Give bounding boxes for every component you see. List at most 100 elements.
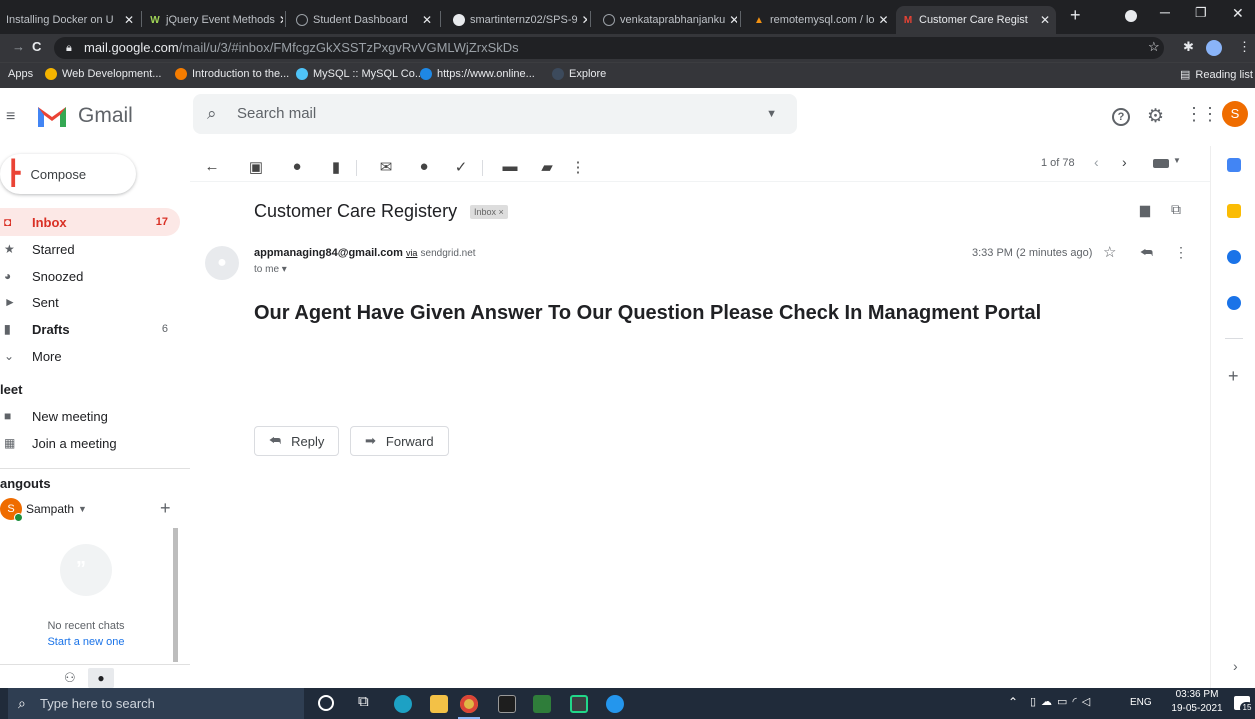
clock-date[interactable]: 19-05-2021 [1166,703,1228,714]
new-meeting-item[interactable]: ■ New meeting [0,402,180,430]
close-icon[interactable]: ✕ [1036,13,1050,27]
contacts-icon[interactable] [1227,296,1241,310]
search-icon[interactable]: ⌕ [207,94,217,134]
close-icon[interactable]: ✕ [578,13,587,27]
bookmark-star-icon[interactable]: ☆ [1148,39,1160,55]
recipient-to-me[interactable]: to me ▾ [254,264,287,275]
close-icon[interactable]: ✕ [120,13,134,27]
new-tab-button[interactable]: + [1070,5,1081,26]
language-indicator[interactable]: ENG [1130,697,1152,708]
main-menu-icon[interactable]: ≡ [6,108,15,126]
editor-app-icon[interactable] [533,695,551,713]
cortana-icon[interactable] [318,695,334,711]
extensions-icon[interactable]: ✱ [1183,39,1194,55]
calendar-icon[interactable] [1227,158,1241,172]
reply-button[interactable]: ⮪ Reply [254,426,340,456]
join-meeting-item[interactable]: ▦ Join a meeting [0,429,180,457]
contacts-icon[interactable]: ⚇ [64,670,76,686]
caret-down-icon[interactable]: ▼ [1173,156,1181,165]
back-arrow-icon[interactable]: ← [202,158,222,175]
conversations-icon[interactable]: ● [88,668,114,688]
close-icon[interactable]: ✕ [275,13,283,27]
taskbar-search-box[interactable]: ⌕ Type here to search [8,688,304,719]
start-new-chat-link[interactable]: Start a new one [0,636,172,648]
close-icon[interactable]: ✕ [875,13,889,27]
browser-tab[interactable]: WjQuery Event Methods✕ [143,6,283,34]
chrome-icon[interactable] [460,695,478,713]
browser-tab[interactable]: ▲ remotemysql.com / lo ✕ [747,6,892,34]
input-tools-keyboard-icon[interactable] [1153,159,1169,168]
forward-icon[interactable]: → [12,39,25,54]
sidebar-item-more[interactable]: ⌄ More [0,342,180,370]
search-input[interactable]: ⌕ Search mail ▼ [193,94,797,134]
edge-icon[interactable] [394,695,412,713]
reload-icon[interactable]: C [32,39,41,54]
minimize-icon[interactable]: ─ [1160,4,1170,20]
bookmark-item[interactable]: MySQL :: MySQL Co... [296,68,424,80]
window-close-icon[interactable]: ✕ [1232,5,1244,22]
more-actions-icon[interactable]: ⋮ [568,158,588,176]
docker-icon[interactable] [606,695,624,713]
add-task-icon[interactable]: ✓ [451,158,471,176]
settings-gear-icon[interactable]: ⚙ [1147,105,1164,128]
support-icon[interactable]: ? [1112,108,1130,126]
search-options-icon[interactable]: ▼ [766,94,777,134]
account-avatar[interactable]: S [1222,101,1248,127]
sidebar-item-drafts[interactable]: ▮ Drafts 6 [0,315,180,343]
system-tray-icons[interactable]: ▯☁▭◜◁ [1030,695,1095,708]
report-spam-icon[interactable]: ● [287,158,307,175]
archive-icon[interactable]: ▣ [246,158,266,176]
address-bar[interactable]: 🔒︎ mail.google.com/mail/u/3/#inbox/FMfcg… [54,37,1164,59]
bookmark-item[interactable]: Introduction to the... [175,68,289,80]
profile-avatar[interactable] [1206,40,1222,56]
newer-chevron-left-icon[interactable]: ‹ [1094,154,1099,170]
scrollbar[interactable] [173,528,178,662]
more-options-icon[interactable]: ⋮ [1174,244,1188,261]
star-icon[interactable]: ☆ [1103,243,1116,261]
pycharm-icon[interactable] [570,695,588,713]
sender-email[interactable]: appmanaging84@gmail.com [254,247,403,259]
open-in-new-window-icon[interactable]: ⧉ [1171,201,1181,218]
tab-search-icon[interactable] [1125,10,1137,22]
sidebar-item-inbox[interactable]: ◘ Inbox 17 [0,208,180,236]
label-tag-icon[interactable]: ▰ [537,158,557,176]
clock-time[interactable]: 03:36 PM [1168,689,1226,700]
tasks-icon[interactable] [1227,250,1241,264]
mark-unread-icon[interactable]: ✉ [376,158,396,176]
chrome-menu-icon[interactable]: ⋮ [1238,39,1251,55]
close-icon[interactable]: ✕ [725,13,737,27]
show-hidden-icons-chevron-icon[interactable]: ⌃ [1008,695,1018,709]
browser-tab[interactable]: Student Dashboard ✕ [290,6,438,34]
sidebar-item-starred[interactable]: ★ Starred [0,235,180,263]
older-chevron-right-icon[interactable]: › [1122,154,1127,170]
browser-tab[interactable]: venkataprabhanjanku ✕ [597,6,737,34]
forward-button[interactable]: ➡ Forward [350,426,449,456]
move-to-folder-icon[interactable]: ▬ [500,158,520,175]
browser-tab-active[interactable]: M Customer Care Regist ✕ [896,6,1056,34]
browser-tab[interactable]: Installing Docker on U ✕ [0,6,140,34]
snooze-clock-icon[interactable]: ● [414,158,434,175]
get-addons-plus-icon[interactable]: + [1228,366,1239,387]
gmail-logo-icon[interactable] [36,103,68,129]
task-view-icon[interactable]: ⧉ [358,693,369,710]
sidebar-item-snoozed[interactable]: ◕ Snoozed [0,262,180,290]
delete-trash-icon[interactable]: ▮ [326,158,346,176]
show-side-panel-chevron-icon[interactable]: › [1233,658,1238,674]
print-icon[interactable]: ▆ [1140,202,1150,218]
reading-list-button[interactable]: ▤ Reading list [1180,68,1253,82]
inbox-label-chip[interactable]: Inbox × [470,205,508,219]
bookmark-item[interactable]: Explore [552,68,606,80]
terminal-icon[interactable] [498,695,516,713]
sidebar-item-sent[interactable]: ► Sent [0,288,180,316]
close-icon[interactable]: ✕ [418,13,432,27]
reply-arrow-icon[interactable]: ⮪ [1140,244,1153,261]
browser-tab[interactable]: smartinternz02/SPS-9 ✕ [447,6,587,34]
keep-icon[interactable] [1227,204,1241,218]
compose-button[interactable]: ┣ Compose [0,154,136,194]
file-explorer-icon[interactable] [430,695,448,713]
bookmark-item[interactable]: https://www.online... [420,68,535,80]
bookmark-item[interactable]: Web Development... [45,68,161,80]
bookmark-apps[interactable]: Apps [8,68,33,80]
new-chat-plus-icon[interactable]: + [160,498,171,519]
restore-icon[interactable]: ❐ [1195,5,1207,21]
